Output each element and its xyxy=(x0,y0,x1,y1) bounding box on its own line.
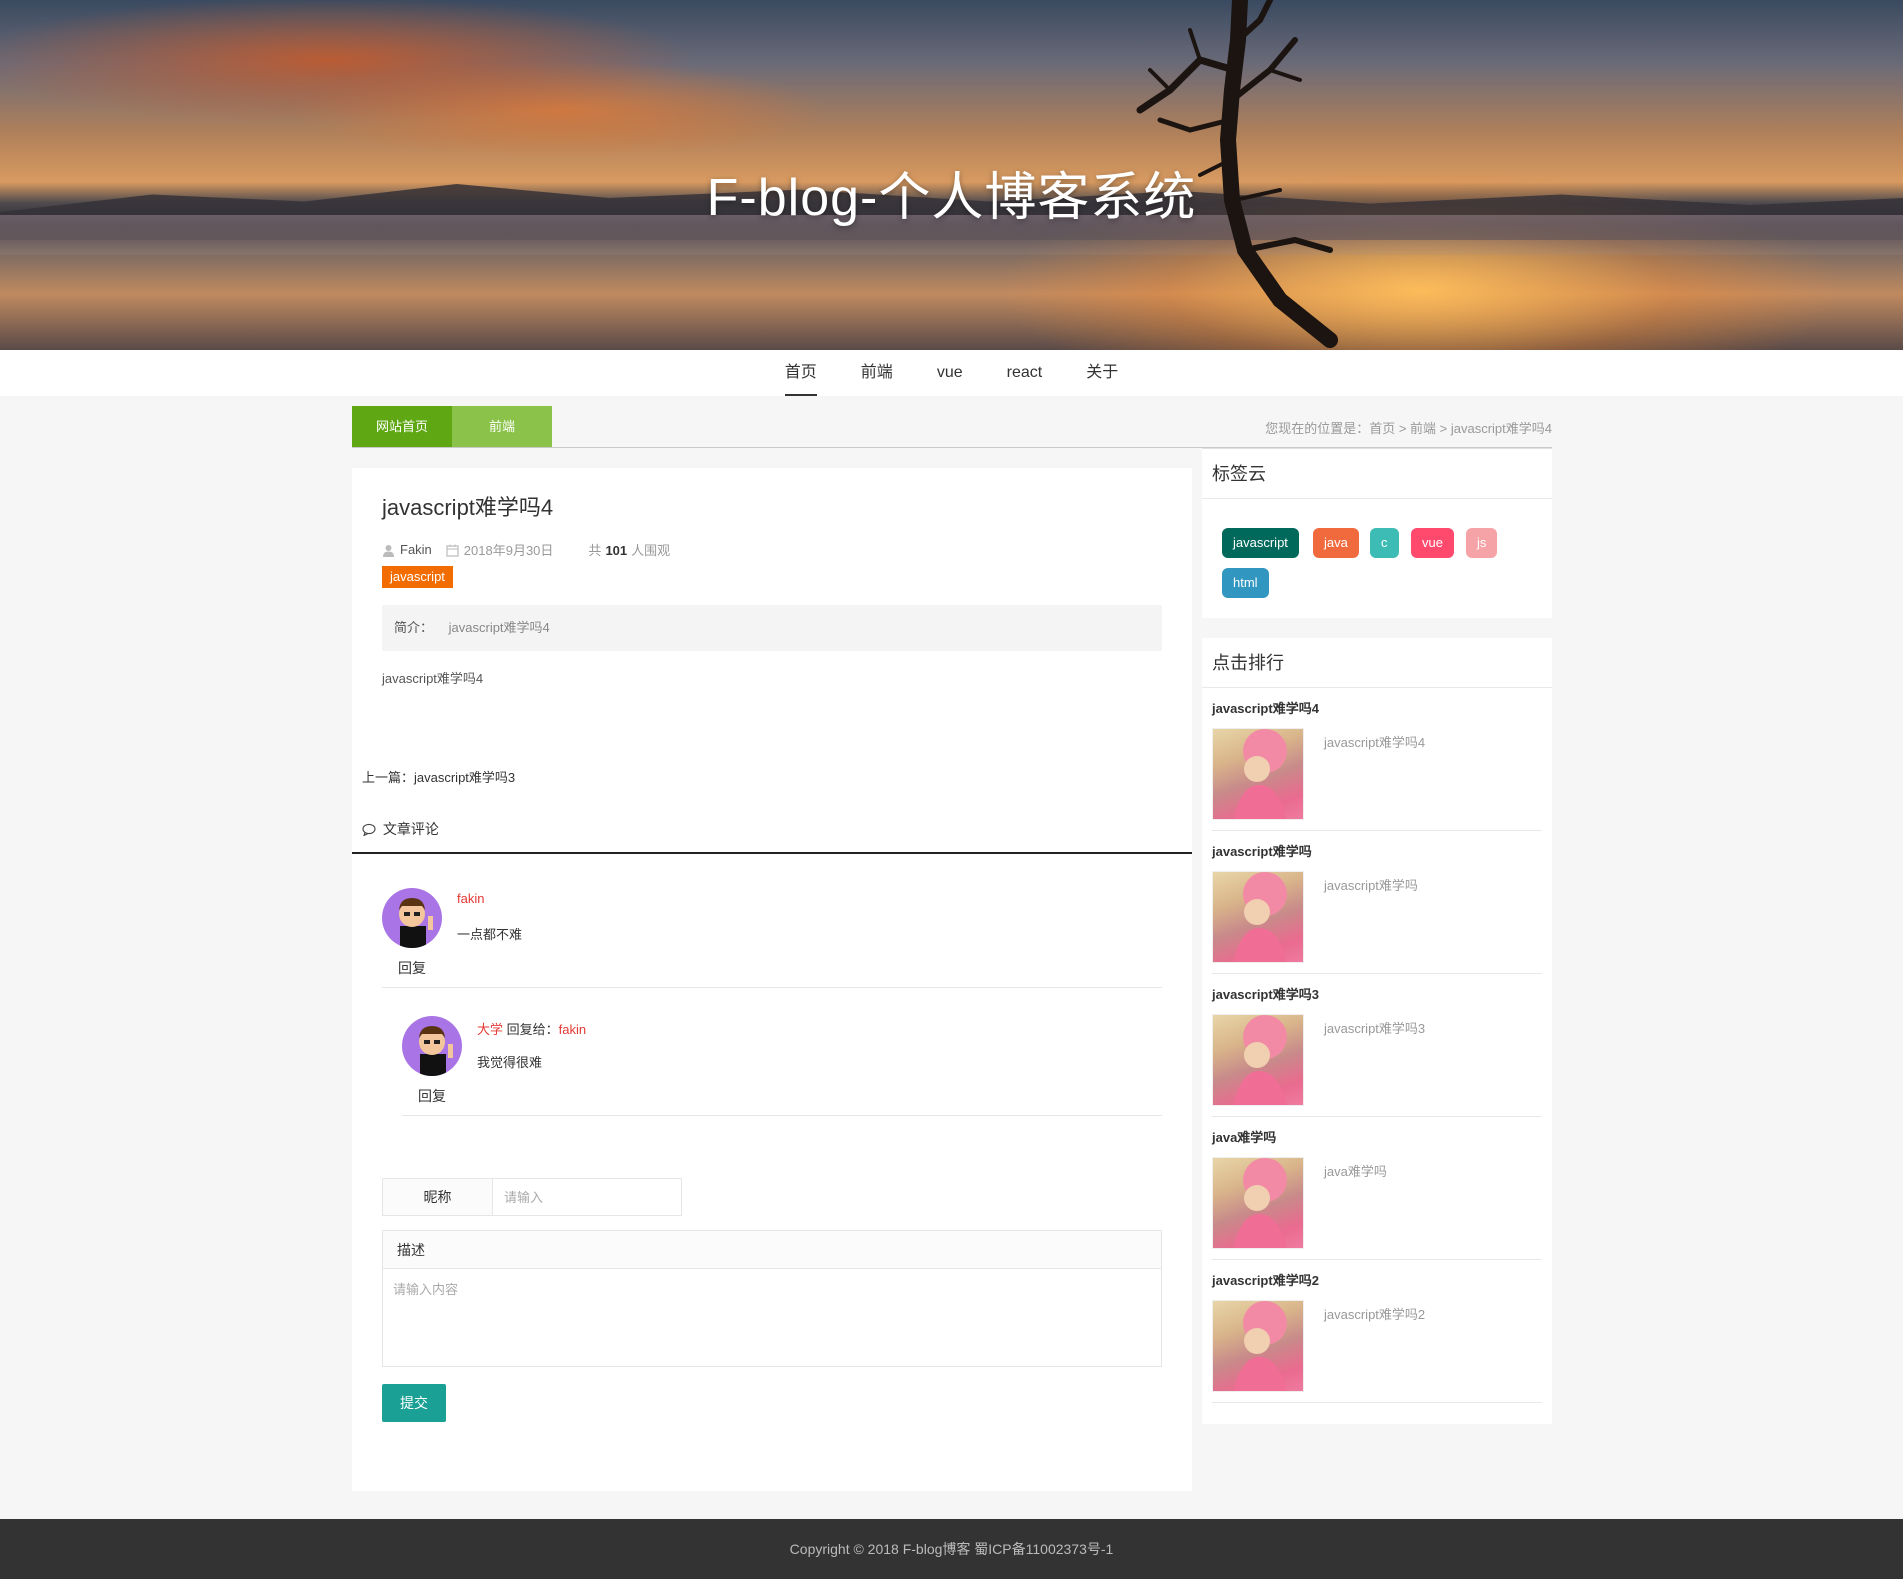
calendar-icon xyxy=(446,542,459,557)
avatar xyxy=(402,1016,462,1076)
nav-item-vue[interactable]: vue xyxy=(915,350,985,396)
rank-item-title[interactable]: javascript难学吗3 xyxy=(1212,984,1319,1003)
rank-item-desc: java难学吗 xyxy=(1324,1164,1387,1179)
tag-javascript[interactable]: javascript xyxy=(1222,528,1299,558)
comment-item: 回复 fakin 一点都不难 xyxy=(382,888,1162,988)
article-views: 共 101 人围观 xyxy=(588,543,671,558)
tag-cloud-panel: 标签云 javascript java c vue js html xyxy=(1202,448,1552,618)
comment-text: 我觉得很难 xyxy=(477,1055,543,1070)
rank-item-desc: javascript难学吗3 xyxy=(1324,1021,1426,1036)
rank-item-thumbnail[interactable] xyxy=(1212,1014,1304,1106)
article-meta: Fakin 2018年9月30日 共 101 人围观 xyxy=(382,540,670,559)
header-banner: F-blog-个人博客系统 xyxy=(0,0,1903,350)
breadcrumb-bar: 网站首页 前端 您现在的位置是：首页 > 前端 > javascript难学吗4 xyxy=(352,406,1552,448)
reply-to-name[interactable]: fakin xyxy=(559,1022,586,1037)
reply-button[interactable]: 回复 xyxy=(382,958,442,978)
breadcrumb-tab-home[interactable]: 网站首页 xyxy=(352,406,452,447)
comment-author: 大学 回复给：fakin xyxy=(477,1019,586,1038)
rank-item[interactable]: javascript难学吗2 javascript难学吗2 xyxy=(1212,1260,1542,1403)
comment-author-name[interactable]: 大学 xyxy=(477,1022,503,1037)
rank-item-desc: javascript难学吗 xyxy=(1324,878,1418,893)
site-title: F-blog-个人博客系统 xyxy=(706,169,1197,227)
nickname-input[interactable] xyxy=(494,1179,681,1215)
rank-item-thumbnail[interactable] xyxy=(1212,1157,1304,1249)
nickname-field-group: 昵称 xyxy=(382,1178,682,1216)
summary-text: javascript难学吗4 xyxy=(448,620,550,635)
description-textarea[interactable] xyxy=(383,1269,1161,1366)
reply-to-label: 回复给： xyxy=(506,1022,559,1037)
rank-item[interactable]: javascript难学吗 javascript难学吗 xyxy=(1212,831,1542,974)
tag-cloud-title: 标签云 xyxy=(1202,449,1552,499)
reply-button[interactable]: 回复 xyxy=(402,1086,462,1106)
summary-label: 简介： xyxy=(394,620,434,635)
user-icon xyxy=(382,542,395,558)
tag-c[interactable]: c xyxy=(1370,528,1399,558)
rank-item-thumbnail[interactable] xyxy=(1212,1300,1304,1392)
rank-item-thumbnail[interactable] xyxy=(1212,871,1304,963)
article-date: 2018年9月30日 xyxy=(463,543,554,558)
click-rank-title: 点击排行 xyxy=(1202,638,1552,688)
nav-item-react[interactable]: react xyxy=(985,350,1065,396)
rank-item[interactable]: javascript难学吗3 javascript难学吗3 xyxy=(1212,974,1542,1117)
rank-item-thumbnail[interactable] xyxy=(1212,728,1304,820)
breadcrumb: 您现在的位置是：首页 > 前端 > javascript难学吗4 xyxy=(1265,421,1552,436)
rank-item-desc: javascript难学吗2 xyxy=(1324,1307,1426,1322)
comment-reply-item: 回复 大学 回复给：fakin 我觉得很难 xyxy=(402,1016,1162,1116)
click-rank-panel: 点击排行 javascript难学吗4 javascript难学吗4 javas… xyxy=(1202,638,1552,1424)
comment-text: 一点都不难 xyxy=(457,927,523,942)
comment-bubble-icon xyxy=(362,821,383,837)
footer: Copyright © 2018 F-blog博客 蜀ICP备11002373号… xyxy=(0,1519,1903,1579)
rank-item-title[interactable]: javascript难学吗4 xyxy=(1212,698,1319,717)
tag-html[interactable]: html xyxy=(1222,568,1269,598)
nav-item-frontend[interactable]: 前端 xyxy=(839,350,915,396)
breadcrumb-tab-category[interactable]: 前端 xyxy=(452,406,552,447)
article-summary: 简介： javascript难学吗4 xyxy=(382,605,1162,651)
nickname-label: 昵称 xyxy=(383,1179,493,1215)
article-title: javascript难学吗4 xyxy=(382,495,554,520)
tag-vue[interactable]: vue xyxy=(1411,528,1454,558)
tag-java[interactable]: java xyxy=(1313,528,1359,558)
submit-button[interactable]: 提交 xyxy=(382,1384,446,1422)
comments-heading: 文章评论 xyxy=(352,818,1192,854)
rank-item-title[interactable]: javascript难学吗2 xyxy=(1212,1270,1319,1289)
nav-item-about[interactable]: 关于 xyxy=(1064,350,1140,396)
footer-copyright: Copyright © 2018 F-blog博客 蜀ICP备11002373号… xyxy=(789,1541,1114,1557)
rank-item-desc: javascript难学吗4 xyxy=(1324,735,1426,750)
rank-item[interactable]: javascript难学吗4 javascript难学吗4 xyxy=(1212,688,1542,831)
description-field-group: 描述 xyxy=(382,1230,1162,1367)
rank-item-title[interactable]: java难学吗 xyxy=(1212,1127,1276,1146)
description-label: 描述 xyxy=(383,1231,1161,1269)
article-author[interactable]: Fakin xyxy=(400,542,432,557)
article-body: javascript难学吗4 xyxy=(382,671,484,686)
avatar xyxy=(382,888,442,948)
main-nav: 首页 前端 vue react 关于 xyxy=(0,350,1903,396)
nav-item-home[interactable]: 首页 xyxy=(763,350,839,396)
article-panel: javascript难学吗4 Fakin 2018年9月30日 共 101 人围观 … xyxy=(352,468,1192,1491)
rank-item-title[interactable]: javascript难学吗 xyxy=(1212,841,1312,860)
prev-article-link[interactable]: 上一篇：javascript难学吗3 xyxy=(362,767,515,786)
rank-item[interactable]: java难学吗 java难学吗 xyxy=(1212,1117,1542,1260)
article-tag[interactable]: javascript xyxy=(382,566,453,588)
tag-js[interactable]: js xyxy=(1466,528,1498,558)
comment-author[interactable]: fakin xyxy=(457,891,484,906)
